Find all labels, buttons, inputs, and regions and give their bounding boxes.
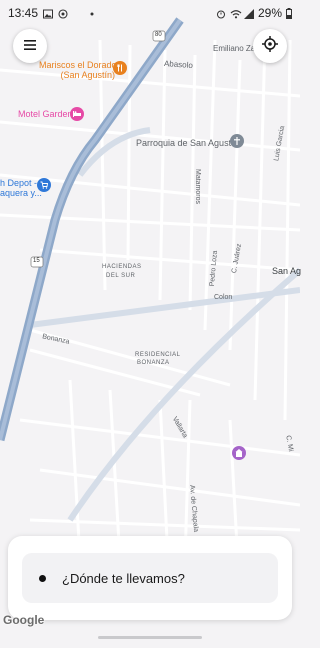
church-icon[interactable] — [230, 134, 244, 148]
street-label: Parroquia de San Agustín — [136, 138, 239, 148]
landmark-icon[interactable] — [232, 446, 246, 460]
home-indicator[interactable] — [98, 636, 202, 639]
wifi-icon — [230, 8, 242, 19]
poi-label-homedepot[interactable]: h Depot - aquera y... — [0, 178, 42, 198]
menu-button[interactable] — [13, 29, 47, 63]
status-left: 13:45 — [8, 6, 97, 20]
town-label: San Ag — [272, 266, 302, 276]
signal-icon — [243, 8, 254, 19]
poi-label-motel[interactable]: Motel Garden — [18, 109, 73, 119]
neighborhood-label: BONANZA — [137, 360, 170, 366]
destination-search-placeholder: ¿Dónde te llevamos? — [62, 570, 185, 586]
locate-me-button[interactable] — [253, 29, 287, 63]
highway-shield-15-text: 15 — [33, 258, 40, 264]
neighborhood-label: RESIDENCIAL — [135, 352, 181, 358]
poi-name: Mariscos el Dorado — [39, 60, 117, 70]
poi-name: h Depot - — [0, 178, 38, 188]
menu-icon — [24, 37, 36, 55]
alarm-icon — [216, 8, 226, 19]
origin-dot-icon — [39, 574, 46, 582]
street-label: Matamoros — [194, 168, 202, 205]
shopping-cart-icon[interactable] — [37, 178, 51, 192]
street-label: Abasolo — [163, 59, 194, 70]
neighborhood-label: DEL SUR — [106, 273, 136, 279]
restaurant-icon[interactable] — [113, 61, 127, 75]
google-logo: Google — [3, 613, 45, 627]
destination-card: ¿Dónde te llevamos? — [8, 536, 292, 620]
destination-search-input[interactable]: ¿Dónde te llevamos? — [22, 553, 278, 603]
poi-sub: aquera y... — [0, 188, 42, 198]
status-bar: 13:45 29% — [0, 0, 300, 26]
neighborhood-label: HACIENDAS — [102, 264, 142, 270]
crosshair-icon — [262, 35, 278, 57]
poi-sub: (San Agustín) — [60, 70, 116, 80]
street-label: Colon — [214, 294, 233, 301]
status-time: 13:45 — [8, 6, 39, 20]
battery-percent: 29% — [257, 6, 282, 20]
notification-dot-icon — [87, 8, 97, 18]
gallery-icon — [43, 8, 54, 19]
highway-shield-80-text: 80 — [155, 32, 162, 38]
poi-label-mariscos[interactable]: Mariscos el Dorado (San Agustín) — [39, 60, 117, 80]
whatsapp-icon — [58, 8, 68, 19]
hotel-icon[interactable] — [70, 107, 84, 121]
status-right: 29% — [216, 6, 292, 20]
battery-icon — [286, 8, 292, 19]
